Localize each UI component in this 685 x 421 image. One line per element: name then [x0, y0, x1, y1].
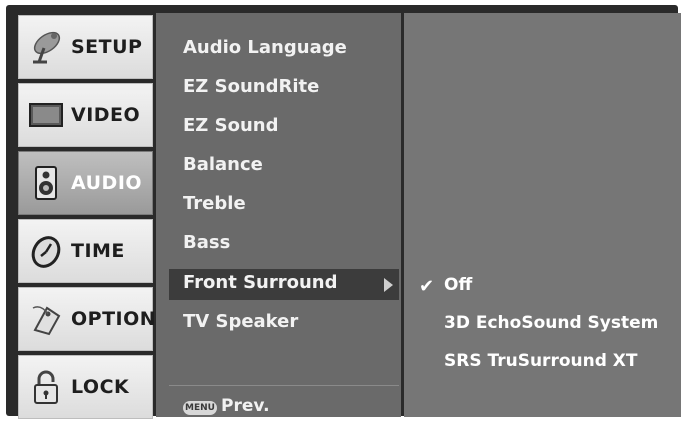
- option-off[interactable]: Off: [444, 275, 472, 295]
- category-option[interactable]: OPTION: [18, 287, 157, 351]
- front-surround-options-column: ✔ Off 3D EchoSound System SRS TruSurroun…: [404, 13, 681, 417]
- option-srs-trusurround[interactable]: SRS TruSurround XT: [444, 351, 638, 371]
- speaker-icon: [35, 166, 57, 200]
- checkmark-icon: ✔: [419, 276, 435, 297]
- audio-menu-column: Audio Language EZ SoundRite EZ Sound Bal…: [156, 13, 401, 417]
- menu-item-tv-speaker[interactable]: TV Speaker: [183, 311, 298, 332]
- category-setup[interactable]: SETUP: [18, 15, 153, 79]
- category-audio[interactable]: AUDIO: [18, 151, 153, 215]
- tag-icon: [32, 306, 61, 336]
- osd-menu-panel: SETUP VIDEO AUDIO TIME OPTION LOCK Audio…: [6, 5, 681, 419]
- category-label: OPTION: [71, 308, 157, 330]
- category-time[interactable]: TIME: [18, 219, 153, 283]
- padlock-icon: [34, 370, 58, 404]
- category-label: VIDEO: [71, 104, 141, 126]
- category-label: TIME: [71, 240, 125, 262]
- category-label: SETUP: [71, 36, 143, 58]
- category-label: LOCK: [71, 376, 130, 398]
- category-video[interactable]: VIDEO: [18, 83, 153, 147]
- monitor-icon: [29, 103, 63, 127]
- menu-item-treble[interactable]: Treble: [183, 193, 246, 214]
- menu-item-bass[interactable]: Bass: [183, 232, 230, 253]
- menu-item-front-surround[interactable]: Front Surround: [183, 272, 338, 293]
- menu-item-ez-soundrite[interactable]: EZ SoundRite: [183, 76, 319, 97]
- menu-key-badge: MENU: [183, 401, 217, 415]
- menu-item-balance[interactable]: Balance: [183, 154, 263, 175]
- prev-hint: Prev.: [221, 396, 270, 416]
- menu-item-ez-sound[interactable]: EZ Sound: [183, 115, 278, 136]
- category-lock[interactable]: LOCK: [18, 355, 153, 419]
- category-label: AUDIO: [71, 172, 143, 194]
- option-3d-echosound[interactable]: 3D EchoSound System: [444, 313, 658, 333]
- menu-item-audio-language[interactable]: Audio Language: [183, 37, 347, 58]
- satellite-dish-icon: [33, 31, 61, 64]
- clock-icon: [31, 236, 61, 268]
- footer-divider: [169, 385, 399, 386]
- submenu-arrow-icon: [384, 278, 393, 292]
- category-column: SETUP VIDEO AUDIO TIME OPTION LOCK: [18, 15, 157, 420]
